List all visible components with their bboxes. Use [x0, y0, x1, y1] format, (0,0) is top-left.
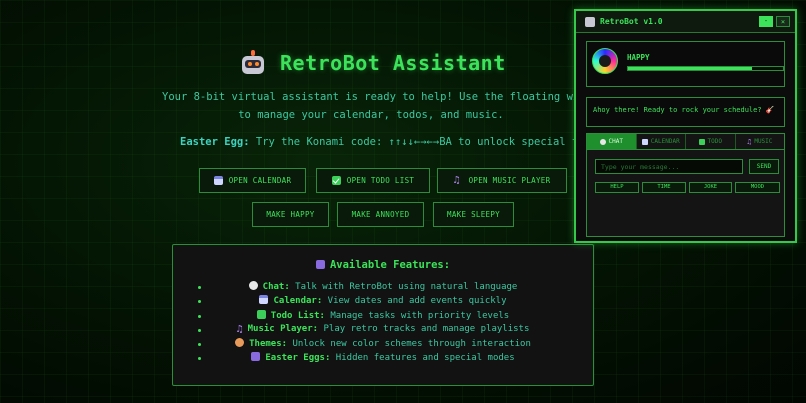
window-title: RetroBot v1.0	[600, 17, 663, 26]
speech-bubble: Ahoy there! Ready to rock your schedule?…	[586, 97, 785, 127]
open-music-button[interactable]: ♫ OPEN MUSIC PLAYER	[437, 168, 567, 193]
music-note-icon: ♫	[747, 137, 752, 146]
tab-calendar[interactable]: CALENDAR	[637, 134, 686, 149]
features-list: Chat: Talk with RetroBot using natural l…	[173, 281, 593, 367]
robot-icon	[240, 50, 266, 76]
checkbox-icon	[256, 309, 266, 319]
feature-chat: Chat: Talk with RetroBot using natural l…	[173, 281, 593, 295]
window-titlebar[interactable]: RetroBot v1.0 - ×	[576, 11, 795, 33]
music-note-icon: ♫	[453, 175, 460, 186]
make-annoyed-label: MAKE ANNOYED	[351, 210, 410, 219]
quick-joke-button[interactable]: JOKE	[689, 182, 732, 193]
chat-panel: CHAT CALENDAR TODO ♫MUSIC SEND HELP TIME…	[586, 133, 785, 237]
tab-chat-label: CHAT	[608, 138, 623, 145]
feature-easter-eggs: Easter Eggs: Hidden features and special…	[173, 352, 593, 366]
robot-icon	[585, 17, 595, 27]
feature-calendar: Calendar: View dates and add events quic…	[173, 295, 593, 309]
feature-todo: Todo List: Manage tasks with priority le…	[173, 309, 593, 324]
checkbox-icon	[698, 138, 705, 145]
make-happy-button[interactable]: MAKE HAPPY	[252, 202, 329, 227]
bullet-icon	[198, 300, 201, 304]
calendar-icon	[641, 138, 648, 145]
calendar-icon	[259, 295, 269, 305]
close-button[interactable]: ×	[776, 16, 790, 27]
feature-name: Chat:	[262, 282, 290, 292]
mood-bar	[627, 66, 784, 71]
mood-label: HAPPY	[627, 53, 650, 62]
tab-todo-label: TODO	[707, 138, 722, 145]
feature-name: Easter Eggs:	[265, 353, 331, 364]
easter-egg-label: Easter Egg:	[180, 136, 250, 148]
subtitle: Your 8-bit virtual assistant is ready to…	[162, 88, 580, 124]
open-music-label: OPEN MUSIC PLAYER	[468, 176, 551, 185]
open-todo-button[interactable]: OPEN TODO LIST	[316, 168, 430, 193]
retrobot-window[interactable]: RetroBot v1.0 - × HAPPY Ahoy there! Read…	[574, 9, 797, 243]
tab-music[interactable]: ♫ MUSIC	[736, 134, 785, 149]
bullet-icon	[198, 357, 201, 361]
minimize-button[interactable]: -	[759, 16, 773, 27]
quick-help-button[interactable]: HELP	[595, 182, 639, 193]
send-button[interactable]: SEND	[749, 159, 779, 174]
message-input[interactable]	[595, 159, 743, 174]
feature-desc: Talk with RetroBot using natural languag…	[289, 282, 518, 292]
feature-desc: View dates and add events quickly	[322, 296, 507, 307]
feature-music: ♫ Music Player: Play retro tracks and man…	[173, 324, 593, 338]
make-annoyed-button[interactable]: MAKE ANNOYED	[337, 202, 424, 227]
gamepad-icon	[251, 352, 261, 362]
features-title-text: Available Features:	[329, 259, 451, 271]
open-calendar-button[interactable]: OPEN CALENDAR	[199, 168, 306, 193]
open-todo-label: OPEN TODO LIST	[346, 176, 415, 185]
make-sleepy-button[interactable]: MAKE SLEEPY	[433, 202, 514, 227]
tab-calendar-label: CALENDAR	[650, 138, 680, 145]
bullet-icon	[198, 314, 201, 318]
easter-egg-hint: Easter Egg: Try the Konami code: ↑↑↓↓←→←…	[180, 136, 580, 148]
make-sleepy-label: MAKE SLEEPY	[447, 210, 500, 219]
feature-name: Themes:	[249, 339, 288, 350]
feature-name: Todo List:	[270, 310, 325, 321]
feature-desc: Play retro tracks and manage playlists	[318, 323, 530, 334]
palette-icon	[235, 338, 245, 348]
calendar-icon	[213, 176, 223, 185]
feature-desc: Unlock new color schemes through interac…	[287, 339, 531, 350]
feature-desc: Manage tasks with priority levels	[324, 310, 510, 321]
speech-bubble-icon	[599, 138, 606, 145]
features-panel: Available Features: Chat: Talk with Retr…	[172, 244, 594, 386]
quick-mood-button[interactable]: MOOD	[735, 182, 780, 193]
mood-display: HAPPY	[586, 41, 785, 87]
open-calendar-label: OPEN CALENDAR	[228, 176, 292, 185]
music-note-icon: ♫	[236, 323, 243, 335]
bullet-icon	[198, 286, 201, 289]
robot-avatar	[592, 48, 618, 74]
feature-themes: Themes: Unlock new color schemes through…	[173, 338, 593, 352]
quick-time-button[interactable]: TIME	[642, 182, 686, 193]
speech-bubble-icon	[248, 281, 258, 290]
gamepad-icon	[315, 260, 325, 269]
tab-todo[interactable]: TODO	[686, 134, 736, 149]
features-title: Available Features:	[173, 259, 593, 271]
header: RetroBot Assistant	[240, 50, 506, 76]
make-happy-label: MAKE HAPPY	[266, 210, 315, 219]
bullet-icon	[198, 328, 201, 332]
mood-bar-fill	[628, 67, 752, 70]
page-title: RetroBot Assistant	[280, 51, 506, 75]
feature-name: Calendar:	[273, 296, 323, 307]
feature-desc: Hidden features and special modes	[330, 353, 515, 364]
panel-tabs: CHAT CALENDAR TODO ♫ MUSIC	[587, 134, 784, 150]
subtitle-line-1: Your 8-bit virtual assistant is ready to…	[162, 91, 580, 103]
bullet-icon	[198, 343, 201, 347]
tab-chat[interactable]: CHAT	[587, 134, 637, 149]
checkbox-icon	[331, 176, 341, 185]
tab-music-label: MUSIC	[754, 138, 773, 145]
subtitle-line-2: to manage your calendar, todos, and musi…	[238, 109, 504, 121]
feature-name: Music Player:	[247, 323, 319, 334]
easter-egg-text: Try the Konami code: ↑↑↓↓←→←→BA to unloc…	[249, 136, 580, 148]
